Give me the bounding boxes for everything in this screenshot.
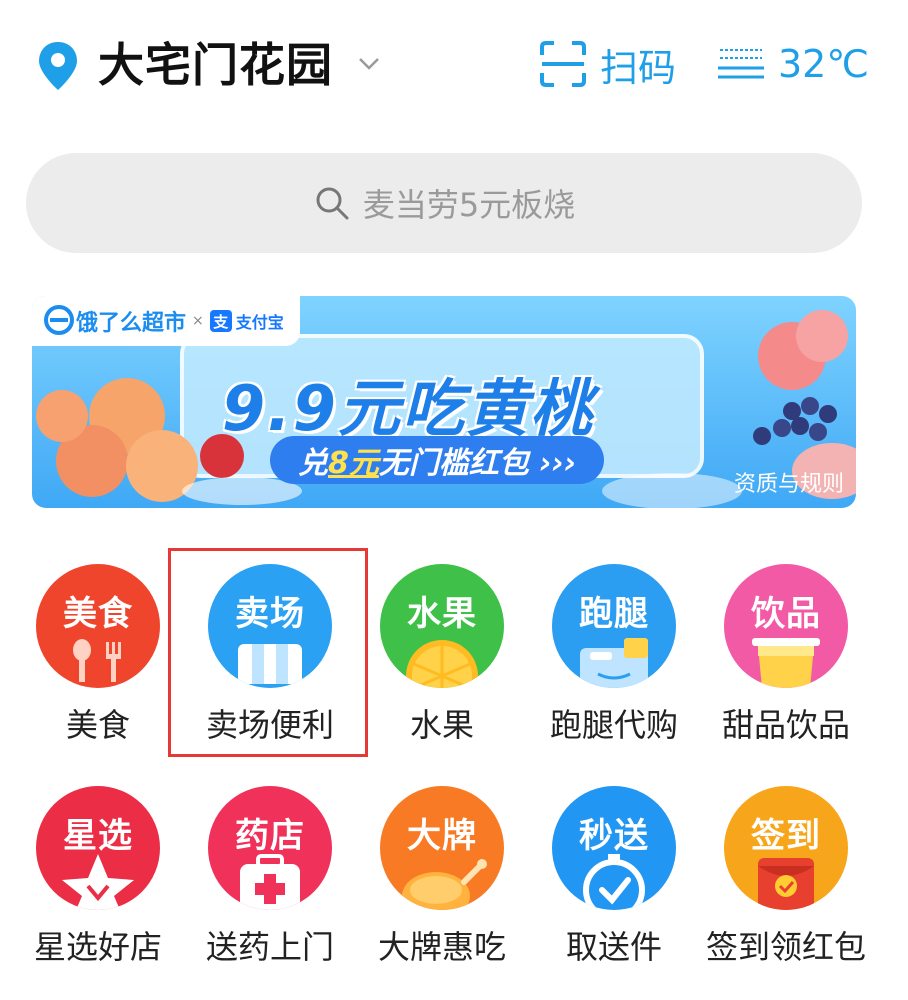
category-label: 甜品饮品 (721, 706, 850, 744)
category-label: 签到领红包 (705, 928, 866, 966)
alipay-logo-icon: 支 (209, 310, 232, 332)
courier-icon-text: 秒送 (579, 816, 649, 856)
drink-icon-text: 饮品 (751, 594, 821, 634)
category-fruit[interactable]: 水果 水果 (356, 560, 528, 760)
category-pharmacy[interactable]: 药店 送药上门 (184, 782, 356, 982)
star-select-icon-text: 星选 (63, 816, 133, 856)
category-label: 美食 (65, 706, 130, 744)
food-icon: 美食 (36, 564, 160, 688)
search-bar[interactable]: 麦当劳5元板烧 (26, 153, 862, 253)
banner-sub-amount: 8元 (328, 446, 379, 481)
location-name[interactable]: 大宅门花园 (98, 36, 333, 94)
search-icon (316, 187, 349, 220)
brand-alipay-name: 支付宝 (235, 313, 284, 332)
eleme-logo-icon (44, 305, 74, 335)
category-drinks[interactable]: 饮品 甜品饮品 (700, 560, 872, 760)
location-pin-icon[interactable] (36, 40, 80, 92)
category-checkin[interactable]: 签到 签到领红包 (700, 782, 872, 982)
category-courier[interactable]: 秒送 取送件 (528, 782, 700, 982)
drink-cup-icon: 饮品 (724, 564, 848, 688)
chevron-down-icon[interactable] (356, 50, 382, 76)
brand-partner-tag: 饿了么超市 × 支 支付宝 (32, 296, 300, 346)
banner-rules-link[interactable]: 资质与规则 (734, 466, 844, 498)
category-big-brand[interactable]: 大牌 大牌惠吃 (356, 782, 528, 982)
category-label: 送药上门 (205, 928, 334, 966)
category-label: 取送件 (565, 928, 662, 966)
banner-coupon-pill[interactable]: 兑 8元 无门槛红包 ››› (270, 436, 605, 484)
food-icon-text: 美食 (63, 594, 133, 634)
promo-banner[interactable]: 饿了么超市 × 支 支付宝 9.9元吃黄桃 兑 8元 无门槛红包 ››› 资质与… (32, 296, 856, 508)
weather-haze-icon (718, 49, 764, 79)
fruit-icon: 水果 (380, 564, 504, 688)
star-badge-icon: 星选 (36, 786, 160, 910)
scan-button[interactable]: 扫码 (538, 38, 676, 90)
weather-temperature: 32℃ (778, 42, 870, 86)
highlight-box (168, 548, 368, 757)
category-errand[interactable]: 跑腿 跑腿代购 (528, 560, 700, 760)
errand-bag-icon: 跑腿 (552, 564, 676, 688)
scan-label: 扫码 (600, 45, 677, 90)
banner-sub-prefix: 兑 (298, 446, 328, 481)
search-placeholder: 麦当劳5元板烧 (362, 186, 576, 224)
brand-eleme-name: 饿了么超市 (76, 311, 187, 336)
category-label: 跑腿代购 (549, 706, 678, 744)
top-bar: 大宅门花园 扫码 32℃ (0, 0, 908, 130)
stopwatch-icon: 秒送 (552, 786, 676, 910)
brand-cross: × (192, 313, 204, 329)
banner-title: 9.9元吃黄桃 (222, 372, 594, 445)
checkin-icon-text: 签到 (751, 816, 821, 856)
category-label: 水果 (409, 706, 474, 744)
weather-widget[interactable]: 32℃ (716, 38, 869, 90)
category-label: 星选好店 (33, 928, 162, 966)
category-label: 大牌惠吃 (377, 928, 506, 966)
category-food[interactable]: 美食 美食 (12, 560, 184, 760)
roast-chicken-icon: 大牌 (380, 786, 504, 910)
big-brand-icon-text: 大牌 (407, 816, 477, 856)
pharmacy-icon-text: 药店 (235, 816, 305, 856)
medicine-kit-icon: 药店 (208, 786, 332, 910)
category-star-select[interactable]: 星选 星选好店 (12, 782, 184, 982)
banner-sub-suffix: 无门槛红包 ››› (378, 446, 577, 481)
errand-icon-text: 跑腿 (579, 594, 649, 634)
red-envelope-icon: 签到 (724, 786, 848, 910)
scan-icon (540, 41, 586, 87)
fruit-icon-text: 水果 (407, 594, 477, 634)
